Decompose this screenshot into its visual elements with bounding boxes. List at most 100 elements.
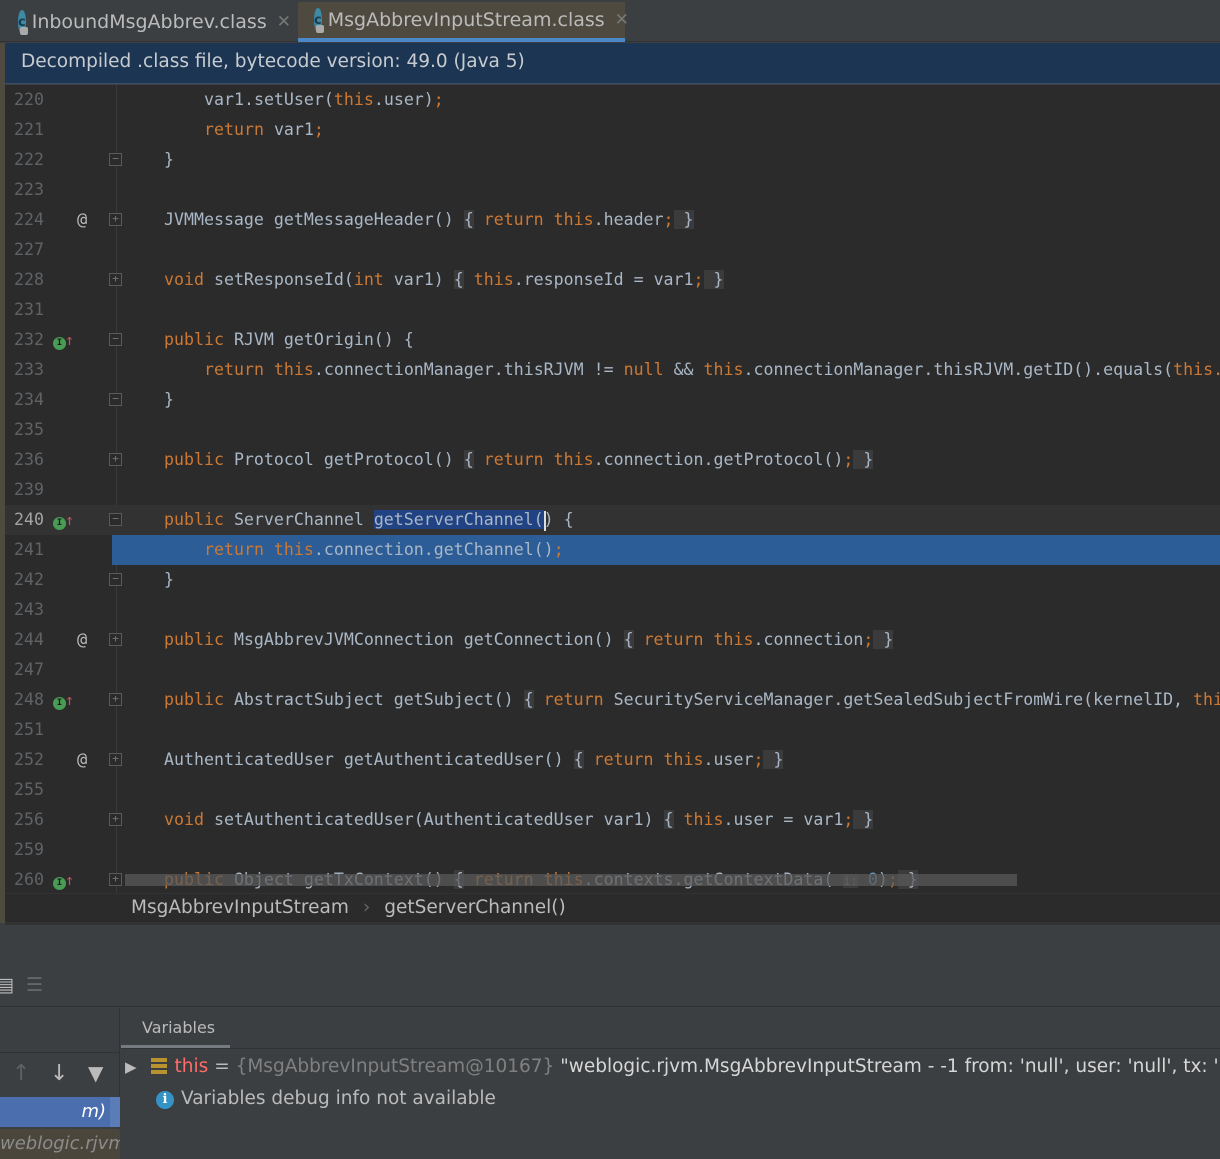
code-line[interactable]: 236 + public Protocol getProtocol() { retu… [5, 445, 1220, 475]
line-number[interactable]: 241 [5, 535, 44, 565]
line-number[interactable]: 235 [5, 415, 44, 445]
code-line[interactable]: 228 + void setResponseId(int var1) { this.… [5, 265, 1220, 295]
line-number[interactable]: 227 [5, 235, 44, 265]
code-line[interactable]: 234−} [5, 385, 1220, 415]
code-text: } [112, 385, 1220, 415]
breadcrumb-class[interactable]: MsgAbbrevInputStream [131, 897, 349, 918]
annotation-at-icon[interactable]: @ [77, 745, 101, 775]
code-line[interactable]: 221 return var1; [5, 115, 1220, 145]
line-number[interactable]: 259 [5, 835, 44, 865]
code-line[interactable]: 255 [5, 775, 1220, 805]
tab-inbound-msg-abbrev[interactable]: c InboundMsgAbbrev.class ✕ [2, 2, 296, 42]
code-token: ; [433, 90, 444, 109]
line-number[interactable]: 233 [5, 355, 44, 385]
line-number[interactable]: 224 [5, 205, 44, 235]
line-number[interactable]: 223 [5, 175, 44, 205]
code-token: setResponseId( [203, 270, 354, 289]
line-number[interactable]: 222 [5, 145, 44, 175]
annotation-at-icon[interactable]: @ [77, 205, 101, 235]
code-token: ; [753, 750, 764, 769]
variable-type: {MsgAbbrevInputStream@10167} [235, 1056, 555, 1077]
thread-list-icon[interactable]: ☰ [26, 974, 43, 996]
variable-row[interactable]: ▶ this = {MsgAbbrevInputStream@10167} "we… [125, 1052, 1220, 1082]
code-line[interactable]: 235 [5, 415, 1220, 445]
frame-item[interactable]: weblogic.rjvm) [0, 1129, 120, 1159]
code-token: JVMMessage getMessageHeader() [164, 210, 464, 229]
code-line[interactable]: 223 [5, 175, 1220, 205]
close-icon[interactable]: ✕ [615, 10, 629, 30]
implements-method-icon[interactable]: I ↑ [53, 325, 77, 355]
arrow-up-icon[interactable]: ↑ [12, 1061, 30, 1086]
code-token: .responseId = var1 [513, 270, 694, 289]
arrow-down-icon[interactable]: ↓ [50, 1061, 68, 1086]
expand-arrow-icon[interactable]: ▶ [125, 1058, 137, 1076]
line-number[interactable]: 251 [5, 715, 44, 745]
filter-icon[interactable]: ▼ [88, 1061, 103, 1085]
code-line[interactable]: 242−} [5, 565, 1220, 595]
code-token: ; [553, 540, 564, 559]
code-line[interactable]: 232 I ↑ − public RJVM getOrigin() { [5, 325, 1220, 355]
line-number[interactable]: 244 [5, 625, 44, 655]
code-line[interactable]: 243 [5, 595, 1220, 625]
code-line[interactable]: 252 @ + AuthenticatedUser getAuthenticatedU… [5, 745, 1220, 775]
code-text: public MsgAbbrevJVMConnection getConnect… [112, 625, 1220, 655]
code-line[interactable]: 251 [5, 715, 1220, 745]
code-token: } [763, 750, 784, 769]
code-token: } [673, 210, 694, 229]
tab-msg-abbrev-input-stream[interactable]: c MsgAbbrevInputStream.class ✕ [298, 2, 629, 42]
line-number[interactable]: 231 [5, 295, 44, 325]
line-number[interactable]: 243 [5, 595, 44, 625]
frames-layout-icon[interactable]: ▤ [0, 974, 14, 996]
code-line[interactable]: 244 @ + public MsgAbbrevJVMConnection getCo… [5, 625, 1220, 655]
code-line[interactable]: 256 + void setAuthenticatedUser(Authentica… [5, 805, 1220, 835]
code-line[interactable]: 222−} [5, 145, 1220, 175]
code-text: void setResponseId(int var1) { this.resp… [112, 265, 1220, 295]
tab-variables[interactable]: Variables [121, 1008, 230, 1048]
line-number[interactable]: 255 [5, 775, 44, 805]
code-token: public [164, 510, 224, 529]
code-line[interactable]: 259 [5, 835, 1220, 865]
code-editor[interactable]: 220 var1.setUser(this.user); 221 return var… [5, 85, 1220, 893]
code-token: .user [703, 750, 754, 769]
line-number[interactable]: 239 [5, 475, 44, 505]
line-number[interactable]: 256 [5, 805, 44, 835]
code-token: { [523, 690, 534, 709]
code-token: ; [843, 810, 854, 829]
line-number[interactable]: 242 [5, 565, 44, 595]
code-line[interactable]: 239 [5, 475, 1220, 505]
code-line[interactable]: 224 @ + JVMMessage getMessageHeader() { ret… [5, 205, 1220, 235]
line-number[interactable]: 221 [5, 115, 44, 145]
annotation-at-icon[interactable]: @ [77, 625, 101, 655]
decompiled-banner: Decompiled .class file, bytecode version… [5, 43, 1220, 84]
line-number[interactable]: 220 [5, 85, 44, 115]
line-number[interactable]: 234 [5, 385, 44, 415]
line-number[interactable]: 247 [5, 655, 44, 685]
code-line[interactable]: 241 return this.connection.getChannel(); [5, 535, 1220, 565]
code-line[interactable]: 227 [5, 235, 1220, 265]
code-line[interactable]: 233 return this.connectionManager.thisRJV… [5, 355, 1220, 385]
code-line[interactable]: 220 var1.setUser(this.user); [5, 85, 1220, 115]
implements-method-icon[interactable]: I ↑ [53, 685, 77, 715]
implements-method-icon[interactable]: I ↑ [53, 865, 77, 893]
line-number[interactable]: 232 [5, 325, 44, 355]
code-token: .header [593, 210, 664, 229]
line-number[interactable]: 228 [5, 265, 44, 295]
line-number[interactable]: 240 [5, 505, 44, 535]
implements-method-icon[interactable]: I ↑ [53, 505, 77, 535]
code-line[interactable]: 247 [5, 655, 1220, 685]
line-number[interactable]: 248 [5, 685, 44, 715]
horizontal-scrollbar[interactable] [125, 874, 1017, 886]
line-number[interactable]: 260 [5, 865, 44, 893]
code-line[interactable]: 248 I ↑ + public AbstractSubject getSubject(… [5, 685, 1220, 715]
breadcrumb-method[interactable]: getServerChannel() [384, 897, 565, 918]
code-token: { [463, 450, 474, 469]
code-line[interactable]: 231 [5, 295, 1220, 325]
line-number[interactable]: 236 [5, 445, 44, 475]
close-icon[interactable]: ✕ [277, 12, 291, 32]
frame-item-selected[interactable]: m) [0, 1097, 120, 1127]
code-line[interactable]: 240 I ↑ − public ServerChannel getServerChan… [5, 505, 1220, 535]
code-token: this [463, 270, 514, 289]
line-number[interactable]: 252 [5, 745, 44, 775]
